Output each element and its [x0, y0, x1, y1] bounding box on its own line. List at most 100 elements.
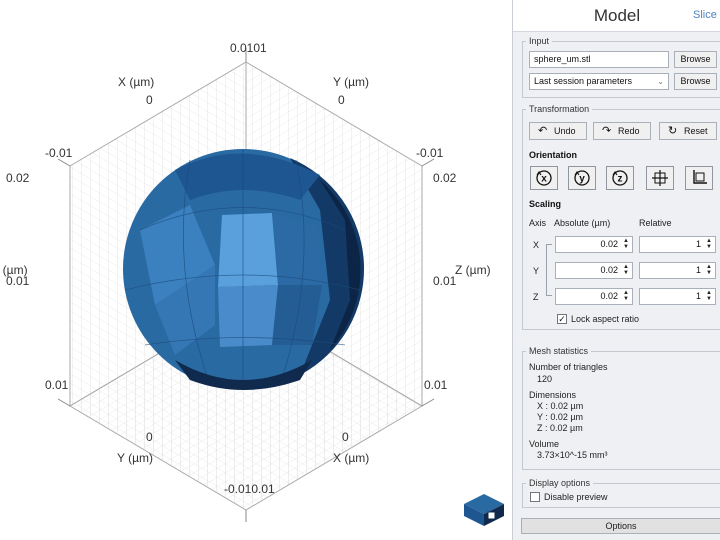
scale-y-absolute-input[interactable]: 0.02 ▲ ▼: [555, 262, 633, 279]
z-axis-tick-right-hi: 0.02: [433, 171, 457, 185]
panel-title: Model: [593, 6, 641, 25]
spinner-arrows-icon[interactable]: ▲ ▼: [706, 264, 712, 276]
relative-column-header: Relative: [639, 218, 672, 228]
lock-aspect-label: Lock aspect ratio: [571, 314, 640, 324]
parameters-select[interactable]: Last session parameters ⌄: [529, 73, 669, 90]
x-axis-title-bottom: X (µm): [333, 451, 369, 465]
scale-axis-x: X: [533, 240, 540, 250]
model-panel: Model Slice Input sphere_um.stl Browse L…: [512, 0, 720, 540]
scaling-header: Scaling: [529, 199, 562, 209]
volume-label: Volume: [529, 439, 560, 449]
redo-label: Redo: [618, 126, 640, 136]
axis-tick-top: 0.0101: [230, 41, 267, 55]
y-axis-title-bottom: Y (µm): [117, 451, 153, 465]
scale-axis-z: Z: [533, 292, 539, 302]
scene-svg[interactable]: 0.0101 X (µm) 0 Y (µm) 0 -0.01 0.02 Z (µ…: [0, 0, 512, 540]
parameters-selected-value: Last session parameters: [534, 76, 633, 86]
z-axis-tick-left-lo: 0.01: [6, 274, 30, 288]
scale-y-absolute-value: 0.02: [600, 265, 618, 275]
axis-tick-left-neg: -0.01: [45, 146, 73, 160]
axis-tick-left-bottom: 0.01: [45, 378, 69, 392]
disable-preview-label: Disable preview: [544, 492, 608, 502]
dimensions-label: Dimensions: [529, 390, 577, 400]
z-axis-title-right: Z (µm): [455, 263, 491, 277]
disable-preview-checkbox[interactable]: [530, 492, 540, 502]
rotate-x-icon: x: [536, 170, 552, 186]
redo-icon: ↷: [602, 125, 612, 137]
axis-tick-bottom: -0.010.01: [224, 482, 275, 496]
frame-edge: [421, 158, 435, 167]
scale-z-relative-value: 1: [695, 291, 701, 301]
sphere-model[interactable]: [123, 149, 365, 390]
nav-cube-marker: [487, 511, 496, 520]
y-axis-zero-top: 0: [338, 93, 345, 107]
display-options-legend: Display options: [529, 478, 591, 488]
scale-y-relative-value: 1: [695, 265, 701, 275]
stl-file-input[interactable]: sphere_um.stl: [529, 51, 669, 68]
y-axis-title-top: Y (µm): [333, 75, 369, 89]
reset-label: Reset: [684, 126, 708, 136]
nav-cube-icon[interactable]: [464, 494, 504, 526]
slice-tab-link[interactable]: Slice: [693, 9, 717, 21]
panel-header: Model Slice: [513, 0, 720, 32]
reset-icon: ↻: [668, 125, 678, 137]
orientation-header: Orientation: [529, 150, 578, 160]
rotate-x-button[interactable]: x: [530, 166, 558, 190]
transformation-legend: Transformation: [529, 104, 590, 114]
options-button[interactable]: Options: [521, 518, 720, 534]
lock-aspect-checkbox[interactable]: ✓: [557, 314, 567, 324]
chevron-down-icon: ⌄: [657, 77, 664, 86]
input-legend: Input: [529, 36, 550, 46]
scale-axis-y: Y: [533, 266, 540, 276]
scale-y-relative-input[interactable]: 1 ▲ ▼: [639, 262, 716, 279]
x-axis-zero-bottom: 0: [342, 430, 349, 444]
frame-edge: [57, 158, 71, 167]
svg-text:z: z: [618, 174, 623, 185]
rotate-y-icon: y: [574, 170, 590, 186]
dimension-x: X : 0.02 µm: [537, 401, 584, 411]
scale-x-relative-value: 1: [695, 239, 701, 249]
spinner-arrows-icon[interactable]: ▲ ▼: [623, 290, 629, 302]
redo-button[interactable]: ↷ Redo: [593, 122, 651, 140]
spinner-arrows-icon[interactable]: ▲ ▼: [706, 290, 712, 302]
triangles-label: Number of triangles: [529, 362, 608, 372]
x-axis-title-top: X (µm): [118, 75, 154, 89]
axis-tick-right-neg: -0.01: [416, 146, 444, 160]
x-axis-zero-top: 0: [146, 93, 153, 107]
axis-tick-right-bottom: 0.01: [424, 378, 448, 392]
model-viewport[interactable]: 0.0101 X (µm) 0 Y (µm) 0 -0.01 0.02 Z (µ…: [0, 0, 512, 540]
scale-z-absolute-input[interactable]: 0.02 ▲ ▼: [555, 288, 633, 305]
frame-edge: [421, 398, 435, 407]
mesh-statistics-legend: Mesh statistics: [529, 346, 589, 356]
undo-button[interactable]: ↶ Undo: [529, 122, 587, 140]
align-icon: [693, 170, 707, 184]
volume-value: 3.73×10^-15 mm³: [537, 450, 608, 460]
dimension-z: Z : 0.02 µm: [537, 423, 583, 433]
browse-stl-button[interactable]: Browse: [674, 51, 717, 68]
rotate-z-icon: z: [612, 170, 628, 186]
spinner-arrows-icon[interactable]: ▲ ▼: [706, 238, 712, 250]
scale-x-relative-input[interactable]: 1 ▲ ▼: [639, 236, 716, 253]
browse-params-button[interactable]: Browse: [674, 73, 717, 90]
z-axis-tick-left-hi: 0.02: [6, 171, 30, 185]
spinner-arrows-icon[interactable]: ▲ ▼: [623, 238, 629, 250]
scale-z-relative-input[interactable]: 1 ▲ ▼: [639, 288, 716, 305]
absolute-column-header: Absolute (µm): [554, 218, 611, 228]
undo-icon: ↶: [538, 125, 548, 137]
center-icon: [652, 170, 668, 186]
reset-button[interactable]: ↻ Reset: [659, 122, 717, 140]
triangles-value: 120: [537, 374, 553, 384]
y-axis-zero-bottom: 0: [146, 430, 153, 444]
z-axis-tick-right-lo: 0.01: [433, 274, 457, 288]
svg-text:y: y: [579, 174, 585, 185]
axis-column-header: Axis: [529, 218, 547, 228]
scale-x-absolute-value: 0.02: [600, 239, 618, 249]
center-model-button[interactable]: [646, 166, 674, 190]
align-model-button[interactable]: [685, 166, 713, 190]
scale-z-absolute-value: 0.02: [600, 291, 618, 301]
spinner-arrows-icon[interactable]: ▲ ▼: [623, 264, 629, 276]
scale-x-absolute-input[interactable]: 0.02 ▲ ▼: [555, 236, 633, 253]
undo-label: Undo: [554, 126, 576, 136]
rotate-y-button[interactable]: y: [568, 166, 596, 190]
rotate-z-button[interactable]: z: [606, 166, 634, 190]
